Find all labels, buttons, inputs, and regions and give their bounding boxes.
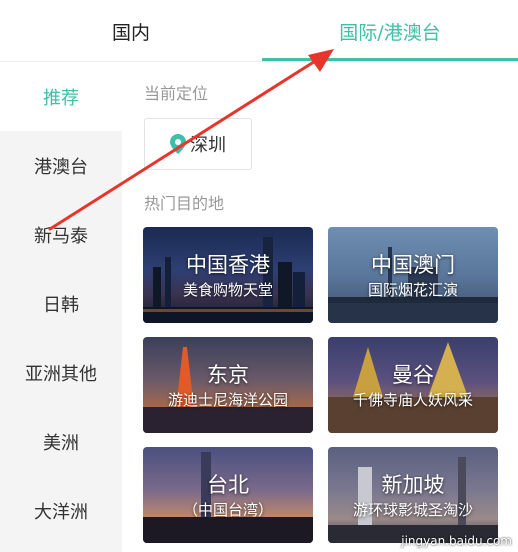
- destination-card-hong-kong[interactable]: 中国香港 美食购物天堂: [143, 227, 313, 323]
- sidebar-item-oceania[interactable]: 大洋洲: [0, 476, 122, 545]
- sidebar-item-asia-other[interactable]: 亚洲其他: [0, 338, 122, 407]
- sidebar-item-recommended[interactable]: 推荐: [0, 62, 122, 131]
- region-tabs: 国内 国际/港澳台: [0, 0, 518, 62]
- tab-domestic[interactable]: 国内: [0, 0, 262, 62]
- destination-subtitle: （中国台湾）: [182, 501, 273, 519]
- destination-subtitle: 游环球影城圣淘沙: [352, 501, 473, 519]
- sidebar-item-sg-my-th[interactable]: 新马泰: [0, 200, 122, 269]
- current-location-city: 深圳: [190, 135, 226, 156]
- region-sidebar: 推荐 港澳台 新马泰 日韩 亚洲其他 美洲 大洋洲: [0, 62, 122, 552]
- location-pin-icon: [170, 134, 186, 154]
- main-content: 当前定位 深圳 热门目的地 中国香港 美食购物天堂 中国澳门 国际烟花汇演 东京…: [122, 62, 518, 552]
- watermark: jingyan.baidu.com: [401, 534, 512, 548]
- destination-subtitle: 美食购物天堂: [182, 281, 273, 299]
- destination-subtitle: 千佛寺庙人妖风采: [352, 391, 473, 409]
- current-location-button[interactable]: 深圳: [144, 118, 252, 170]
- destination-subtitle: 国际烟花汇演: [367, 281, 458, 299]
- sidebar-item-hk-macau-taiwan[interactable]: 港澳台: [0, 131, 122, 200]
- tab-international[interactable]: 国际/港澳台: [262, 0, 518, 62]
- sidebar-item-americas[interactable]: 美洲: [0, 407, 122, 476]
- destination-title: 中国澳门: [371, 253, 455, 277]
- destination-title: 东京: [207, 363, 249, 387]
- destination-title: 新加坡: [381, 473, 445, 497]
- destination-card-taipei[interactable]: 台北 （中国台湾）: [143, 447, 313, 543]
- current-location-label: 当前定位: [144, 84, 209, 103]
- destination-card-macau[interactable]: 中国澳门 国际烟花汇演: [328, 227, 498, 323]
- destination-title: 曼谷: [392, 363, 434, 387]
- destination-title: 中国香港: [186, 253, 270, 277]
- destination-title: 台北: [207, 473, 249, 497]
- destination-card-bangkok[interactable]: 曼谷 千佛寺庙人妖风采: [328, 337, 498, 433]
- destination-card-singapore[interactable]: 新加坡 游环球影城圣淘沙: [328, 447, 498, 543]
- destination-card-tokyo[interactable]: 东京 游迪士尼海洋公园: [143, 337, 313, 433]
- destination-subtitle: 游迪士尼海洋公园: [167, 391, 288, 409]
- hot-destinations-label: 热门目的地: [144, 194, 225, 213]
- sidebar-item-japan-korea[interactable]: 日韩: [0, 269, 122, 338]
